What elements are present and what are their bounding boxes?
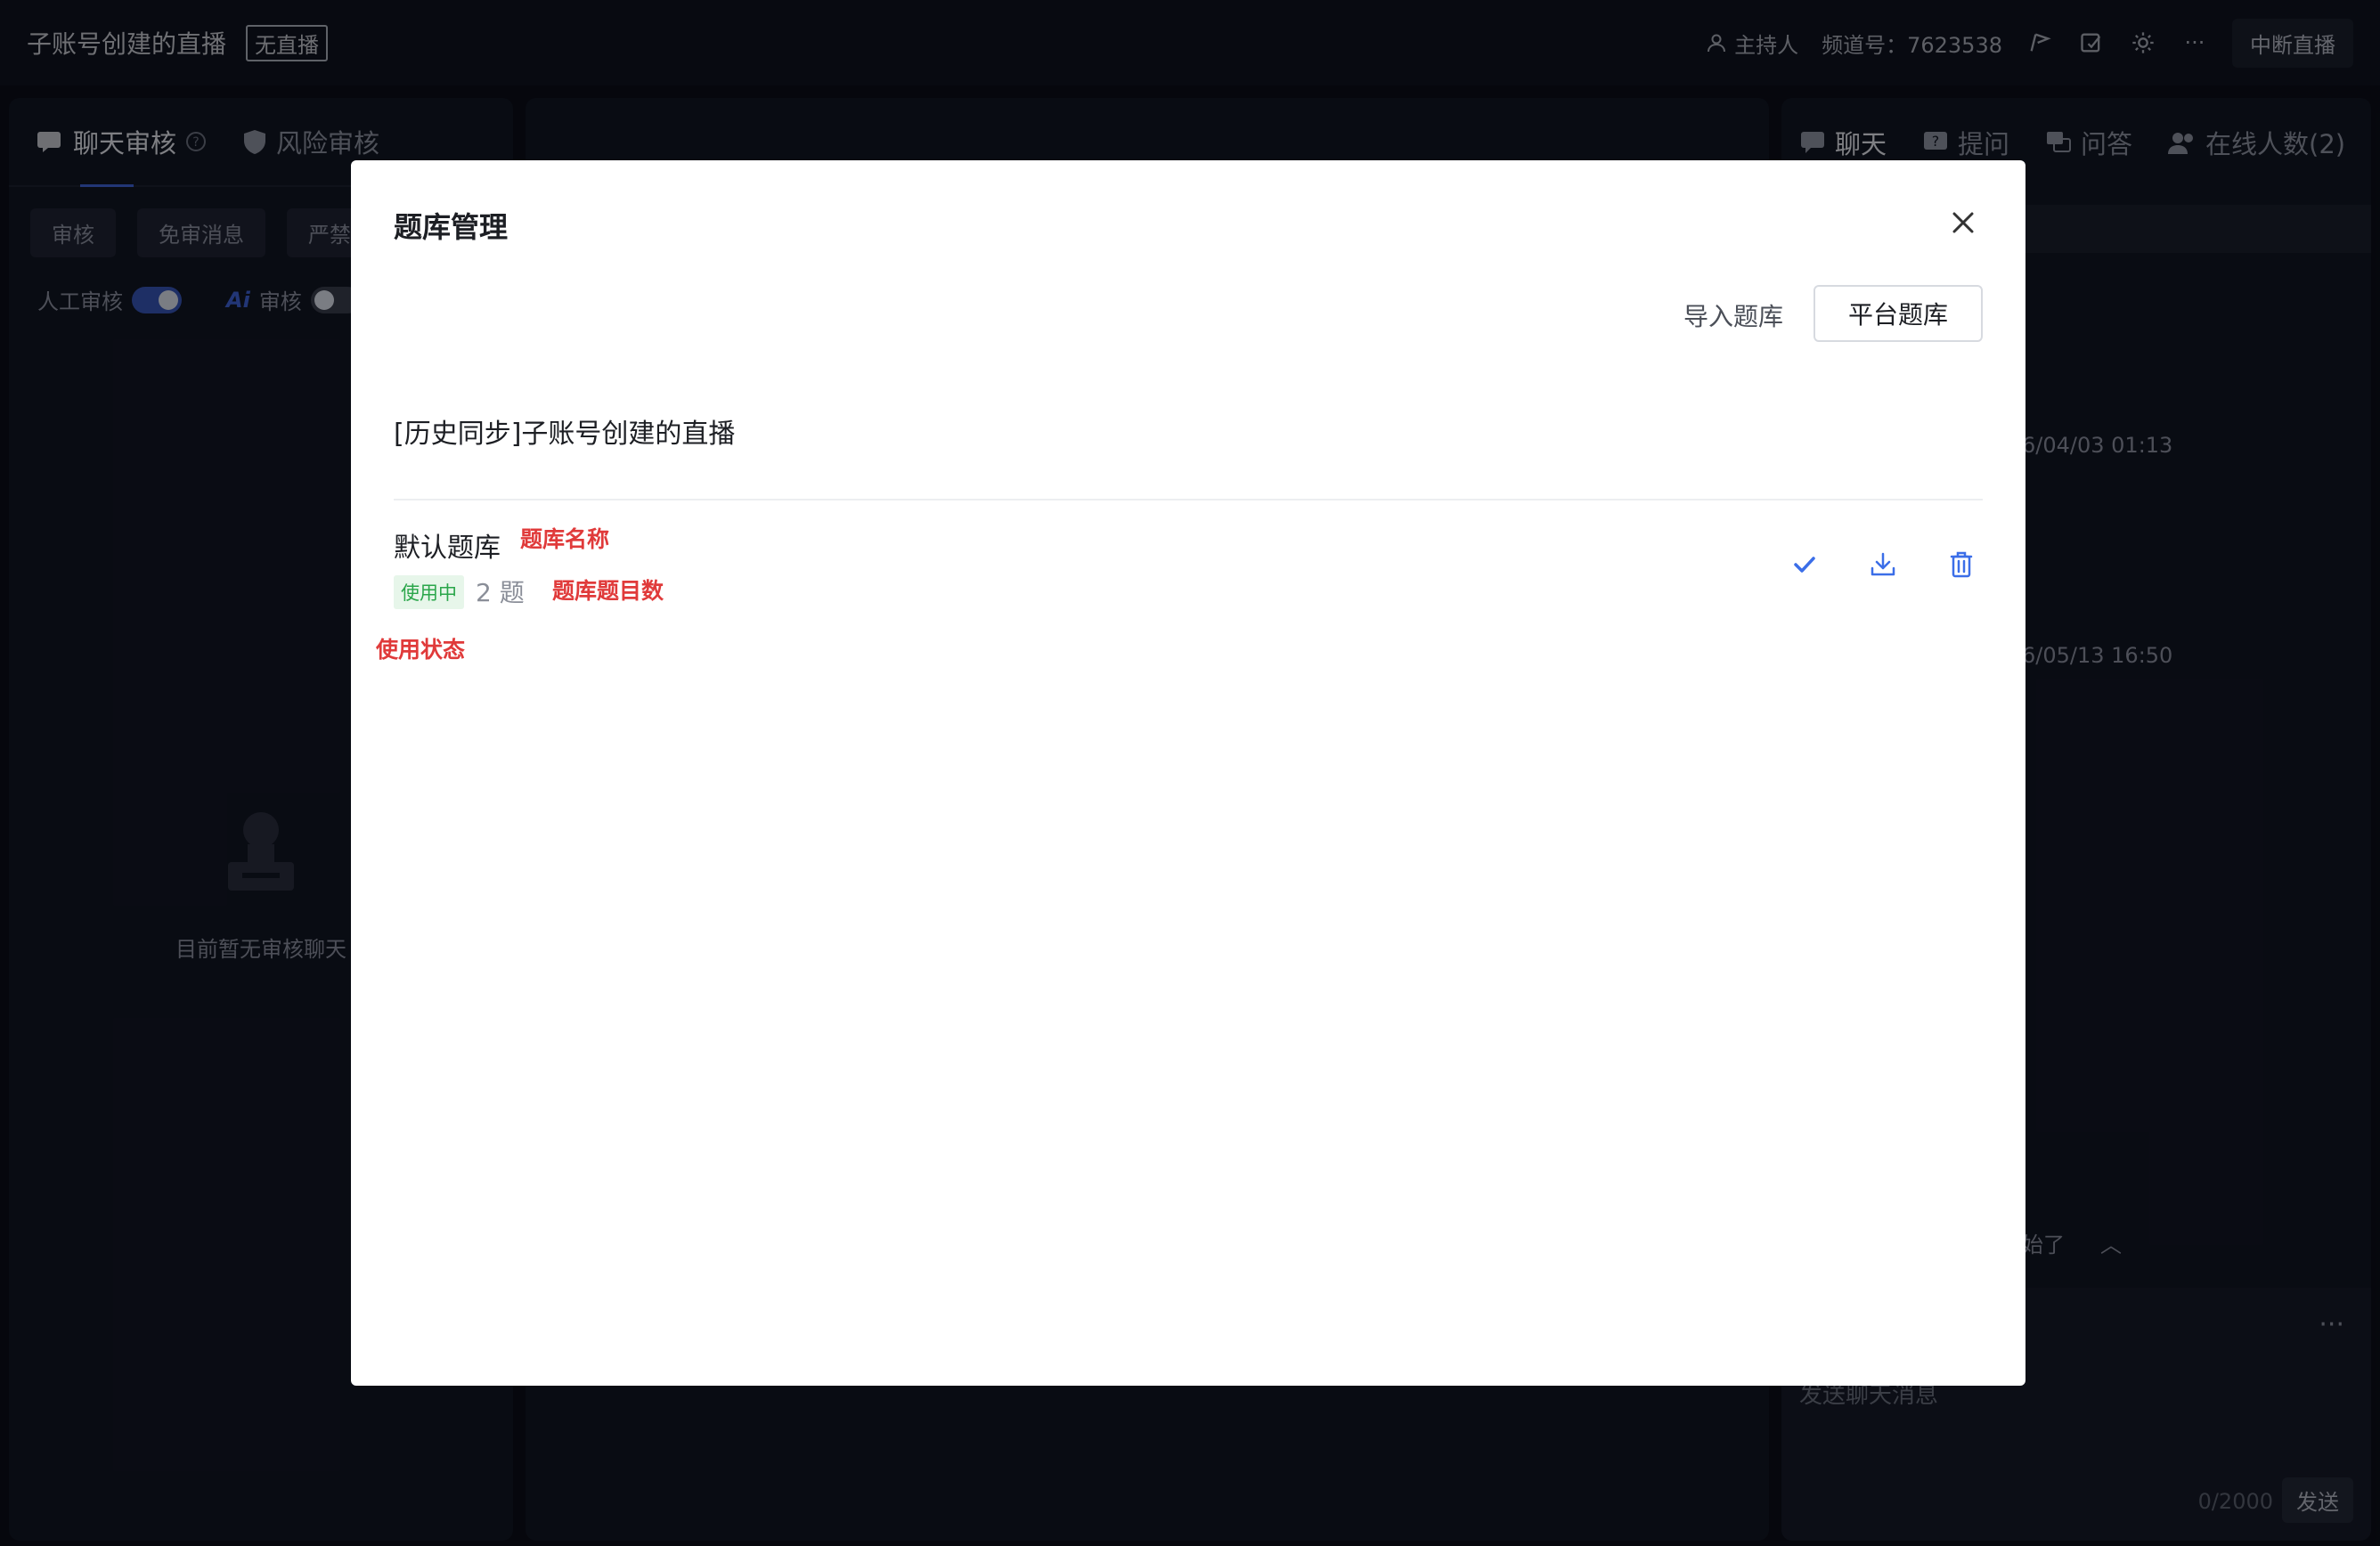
use-bank-check-icon[interactable] <box>1785 545 1824 584</box>
modal-title: 题库管理 <box>394 210 509 244</box>
platform-bank-button[interactable]: 平台题库 <box>1814 285 1983 342</box>
close-icon[interactable] <box>1947 207 1979 239</box>
annotation-question-count: 题库题目数 <box>552 578 664 604</box>
import-bank-link[interactable]: 导入题库 <box>1683 297 1783 333</box>
question-bank-modal: 题库管理 导入题库 平台题库 [历史同步]子账号创建的直播 默认题库 题库名称 … <box>351 160 2025 1386</box>
bank-group-title: [历史同步]子账号创建的直播 <box>394 419 736 450</box>
status-badge: 使用中 <box>394 575 464 609</box>
annotation-bank-name: 题库名称 <box>520 526 610 552</box>
delete-icon[interactable] <box>1942 545 1981 584</box>
annotation-usage-status: 使用状态 <box>376 637 466 663</box>
download-icon[interactable] <box>1863 545 1903 584</box>
divider <box>394 499 1983 500</box>
question-count: 2 题 <box>476 578 525 607</box>
bank-name: 默认题库 <box>394 533 501 564</box>
